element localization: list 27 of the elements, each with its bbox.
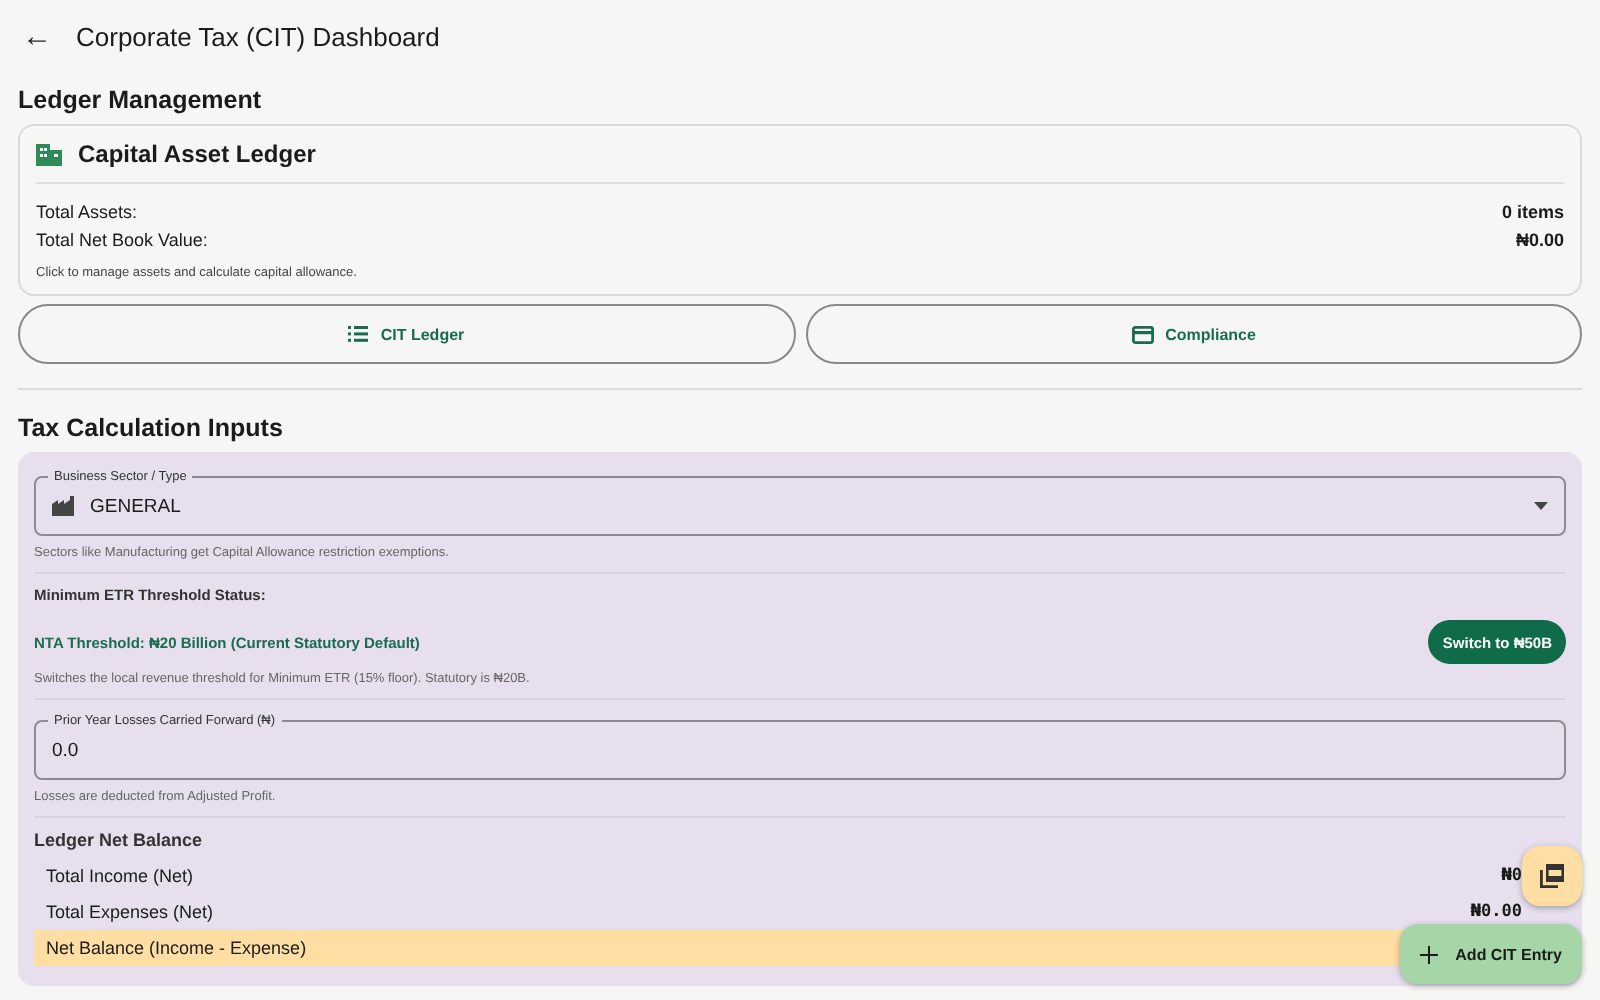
balance-label: Net Balance (Income - Expense)	[46, 938, 307, 958]
factory-icon	[52, 496, 74, 516]
outlined-button[interactable]: CIT Ledger	[18, 304, 795, 364]
dropdown-value: GENERAL	[90, 495, 181, 517]
dropdown-caret-icon[interactable]	[1534, 502, 1548, 510]
add-entry-button[interactable]: Add CIT Entry	[1399, 924, 1582, 984]
balance-value: ₦0.00	[1470, 902, 1522, 922]
balance-value: ₦0	[1501, 866, 1522, 886]
row-label: Total Assets:	[36, 200, 138, 226]
balance-label: Total Income (Net)	[46, 866, 194, 886]
building-icon	[36, 143, 62, 165]
balance-label: Total Expenses (Net)	[46, 902, 214, 922]
input-value: 0.0	[52, 739, 79, 761]
row-value: ₦0.00	[1515, 228, 1564, 254]
pdf-button[interactable]	[1522, 846, 1582, 906]
list-icon	[348, 326, 369, 342]
outlined-button[interactable]: Compliance	[805, 304, 1582, 364]
balance-title: Ledger Net Balance	[34, 830, 205, 850]
plus-icon	[1419, 945, 1438, 963]
row-value: 0 items	[1501, 200, 1564, 226]
back-button[interactable]: ←	[22, 19, 52, 53]
card-title: Capital Asset Ledger	[78, 140, 316, 168]
credit-card-icon	[1131, 325, 1154, 343]
page-title: Corporate Tax (CIT) Dashboard	[76, 21, 440, 51]
row-label: Total Net Book Value:	[36, 228, 208, 254]
section-heading: Tax Calculation Inputs	[18, 414, 285, 442]
section-heading: Ledger Management	[18, 86, 264, 114]
